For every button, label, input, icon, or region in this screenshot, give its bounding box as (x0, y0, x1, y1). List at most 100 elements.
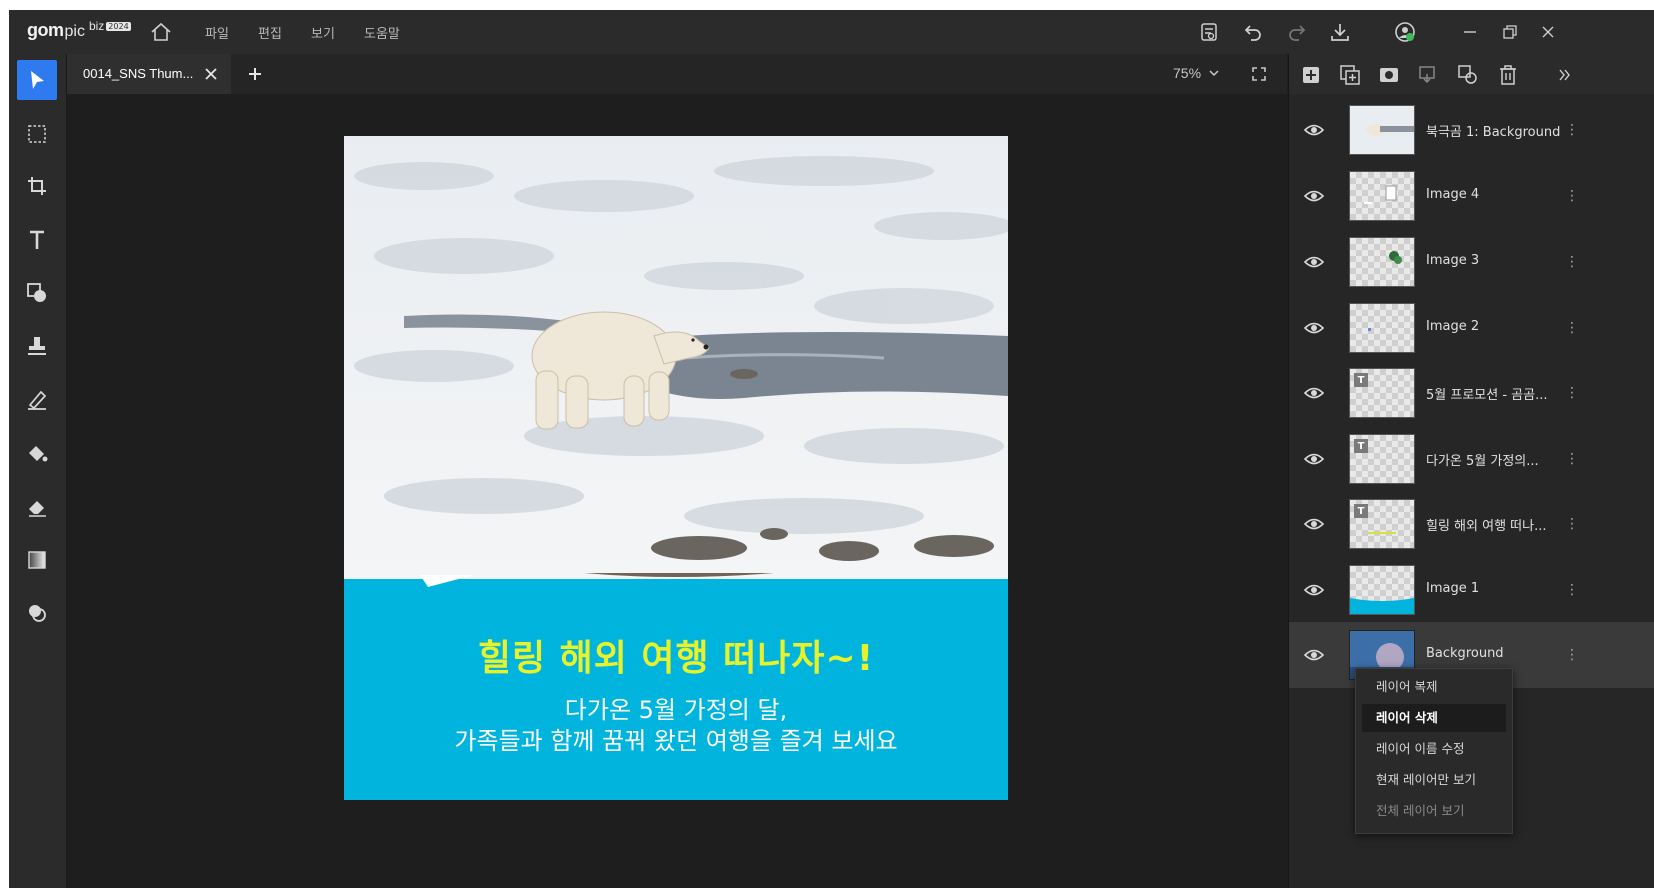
document-tab[interactable]: 0014_SNS Thum... (67, 54, 231, 94)
layer-more-icon[interactable]: ⋮ (1565, 513, 1579, 535)
mask-layer-icon[interactable] (1378, 64, 1400, 86)
layer-row[interactable]: Image 1 ⋮ (1289, 557, 1654, 623)
layer-more-icon[interactable]: ⋮ (1565, 579, 1579, 601)
layer-thumbnail (1349, 303, 1415, 353)
eye-icon[interactable] (1303, 579, 1325, 601)
undo-icon[interactable] (1239, 18, 1267, 46)
marquee-tool-icon[interactable] (17, 114, 57, 154)
layer-row[interactable]: Image 4 ⋮ (1289, 163, 1654, 229)
layer-row[interactable]: T 다가온 5월 가정의... ⋮ (1289, 426, 1654, 492)
app-window: gom pic biz 2024 파일 편집 보기 도움말 0014_SNS T… (9, 10, 1654, 888)
gradient-tool-icon[interactable] (17, 540, 57, 580)
layer-more-icon[interactable]: ⋮ (1565, 119, 1579, 141)
menu-delete-layer[interactable]: 레이어 삭제 (1362, 704, 1506, 732)
zoom-value: 75% (1173, 65, 1202, 81)
home-icon[interactable] (149, 20, 173, 44)
text-layer-icon: T (1354, 373, 1368, 387)
eye-icon[interactable] (1303, 448, 1325, 470)
layer-name: 힐링 해외 여행 떠나... (1426, 519, 1547, 534)
promo-banner: 힐링 해외 여행 떠나자~! 다가온 5월 가정의 달, 가족들과 함께 꿈꿔 … (344, 573, 1008, 800)
layer-name: Image 3 (1426, 253, 1480, 268)
restore-icon[interactable] (1496, 18, 1524, 46)
layer-style-icon[interactable] (1457, 64, 1479, 86)
fill-tool-icon[interactable] (17, 434, 57, 474)
layer-name: 5월 프로모션 - 곰곰... (1426, 388, 1548, 403)
layer-name: Image 4 (1426, 187, 1480, 202)
collapse-panel-icon[interactable] (1554, 64, 1576, 86)
eye-icon[interactable] (1303, 513, 1325, 535)
layer-more-icon[interactable]: ⋮ (1565, 644, 1579, 666)
merge-layer-icon[interactable] (1418, 64, 1440, 86)
redo-icon[interactable] (1283, 18, 1311, 46)
menu-rename-layer[interactable]: 레이어 이름 수정 (1362, 735, 1506, 763)
layer-row[interactable]: 북극곰 1: Background ⋮ (1289, 97, 1654, 163)
minimize-icon[interactable] (1456, 18, 1484, 46)
eye-icon[interactable] (1303, 644, 1325, 666)
menu-bar: gom pic biz 2024 파일 편집 보기 도움말 (9, 10, 1654, 54)
layer-name: Image 1 (1426, 581, 1480, 596)
layer-row[interactable]: Image 2 ⋮ (1289, 295, 1654, 361)
menu-file[interactable]: 파일 (205, 23, 229, 42)
layer-name: Image 2 (1426, 319, 1480, 334)
menu-show-all-layers[interactable]: 전체 레이어 보기 (1362, 797, 1506, 825)
fit-screen-icon[interactable] (1249, 64, 1269, 84)
save-icon[interactable] (1195, 18, 1223, 46)
logo-sup: biz (88, 19, 105, 33)
delete-layer-icon[interactable] (1497, 64, 1519, 86)
text-layer-icon: T (1354, 439, 1368, 453)
eraser-tool-icon[interactable] (17, 487, 57, 527)
layer-more-icon[interactable]: ⋮ (1565, 317, 1579, 339)
select-tool-icon[interactable] (17, 60, 57, 100)
subline-1: 다가온 5월 가정의 달, (564, 696, 788, 724)
layers-toolbar (1289, 54, 1654, 94)
layer-more-icon[interactable]: ⋮ (1565, 251, 1579, 273)
tool-bar (9, 54, 67, 888)
headline-text: 힐링 해외 여행 떠나자~! (477, 638, 875, 679)
layer-more-icon[interactable]: ⋮ (1565, 448, 1579, 470)
zoom-select[interactable]: 75% (1173, 65, 1219, 81)
menu-edit[interactable]: 편집 (258, 23, 282, 42)
subline-2: 가족들과 함께 꿈꿔 왔던 여행을 즐겨 보세요 (454, 727, 898, 755)
layer-thumbnail: T (1349, 499, 1415, 549)
duplicate-layer-icon[interactable] (1339, 64, 1361, 86)
layer-thumbnail (1349, 171, 1415, 221)
logo-sub: pic (64, 23, 85, 40)
layer-name: Background (1426, 646, 1504, 661)
menu-duplicate-layer[interactable]: 레이어 복제 (1362, 673, 1506, 701)
text-tool-icon[interactable] (17, 220, 57, 260)
stamp-tool-icon[interactable] (17, 326, 57, 366)
add-tab-icon[interactable] (245, 64, 265, 84)
layer-more-icon[interactable]: ⋮ (1565, 382, 1579, 404)
eye-icon[interactable] (1303, 185, 1325, 207)
eye-icon[interactable] (1303, 317, 1325, 339)
crop-tool-icon[interactable] (17, 166, 57, 206)
shape-tool-icon[interactable] (17, 273, 57, 313)
brush-tool-icon[interactable] (17, 380, 57, 420)
eye-icon[interactable] (1303, 119, 1325, 141)
app-logo: gom pic biz 2024 (27, 19, 131, 42)
layer-row[interactable]: Image 3 ⋮ (1289, 229, 1654, 295)
polar-bear-photo (344, 136, 1008, 579)
logo-brand: gom (27, 20, 64, 40)
layer-thumbnail (1349, 105, 1415, 155)
blend-tool-icon[interactable] (17, 593, 57, 633)
layer-thumbnail (1349, 237, 1415, 287)
document-tab-title: 0014_SNS Thum... (83, 66, 194, 81)
chevron-down-icon (1209, 70, 1219, 77)
eye-icon[interactable] (1303, 251, 1325, 273)
menu-help[interactable]: 도움말 (364, 23, 400, 42)
layer-thumbnail (1349, 565, 1415, 615)
add-layer-icon[interactable] (1300, 64, 1322, 86)
close-icon[interactable] (1534, 18, 1562, 46)
artboard[interactable]: 힐링 해외 여행 떠나자~! 다가온 5월 가정의 달, 가족들과 함께 꿈꿔 … (344, 136, 1008, 800)
layer-row[interactable]: T 힐링 해외 여행 떠나... ⋮ (1289, 491, 1654, 557)
layer-row[interactable]: T 5월 프로모션 - 곰곰... ⋮ (1289, 360, 1654, 426)
canvas-area[interactable]: 힐링 해외 여행 떠나자~! 다가온 5월 가정의 달, 가족들과 함께 꿈꿔 … (67, 94, 1287, 888)
menu-view[interactable]: 보기 (311, 23, 335, 42)
layer-more-icon[interactable]: ⋮ (1565, 185, 1579, 207)
account-icon[interactable] (1391, 18, 1419, 46)
menu-show-only-this-layer[interactable]: 현재 레이어만 보기 (1362, 766, 1506, 794)
download-icon[interactable] (1326, 18, 1354, 46)
close-tab-icon[interactable] (201, 64, 221, 84)
eye-icon[interactable] (1303, 382, 1325, 404)
